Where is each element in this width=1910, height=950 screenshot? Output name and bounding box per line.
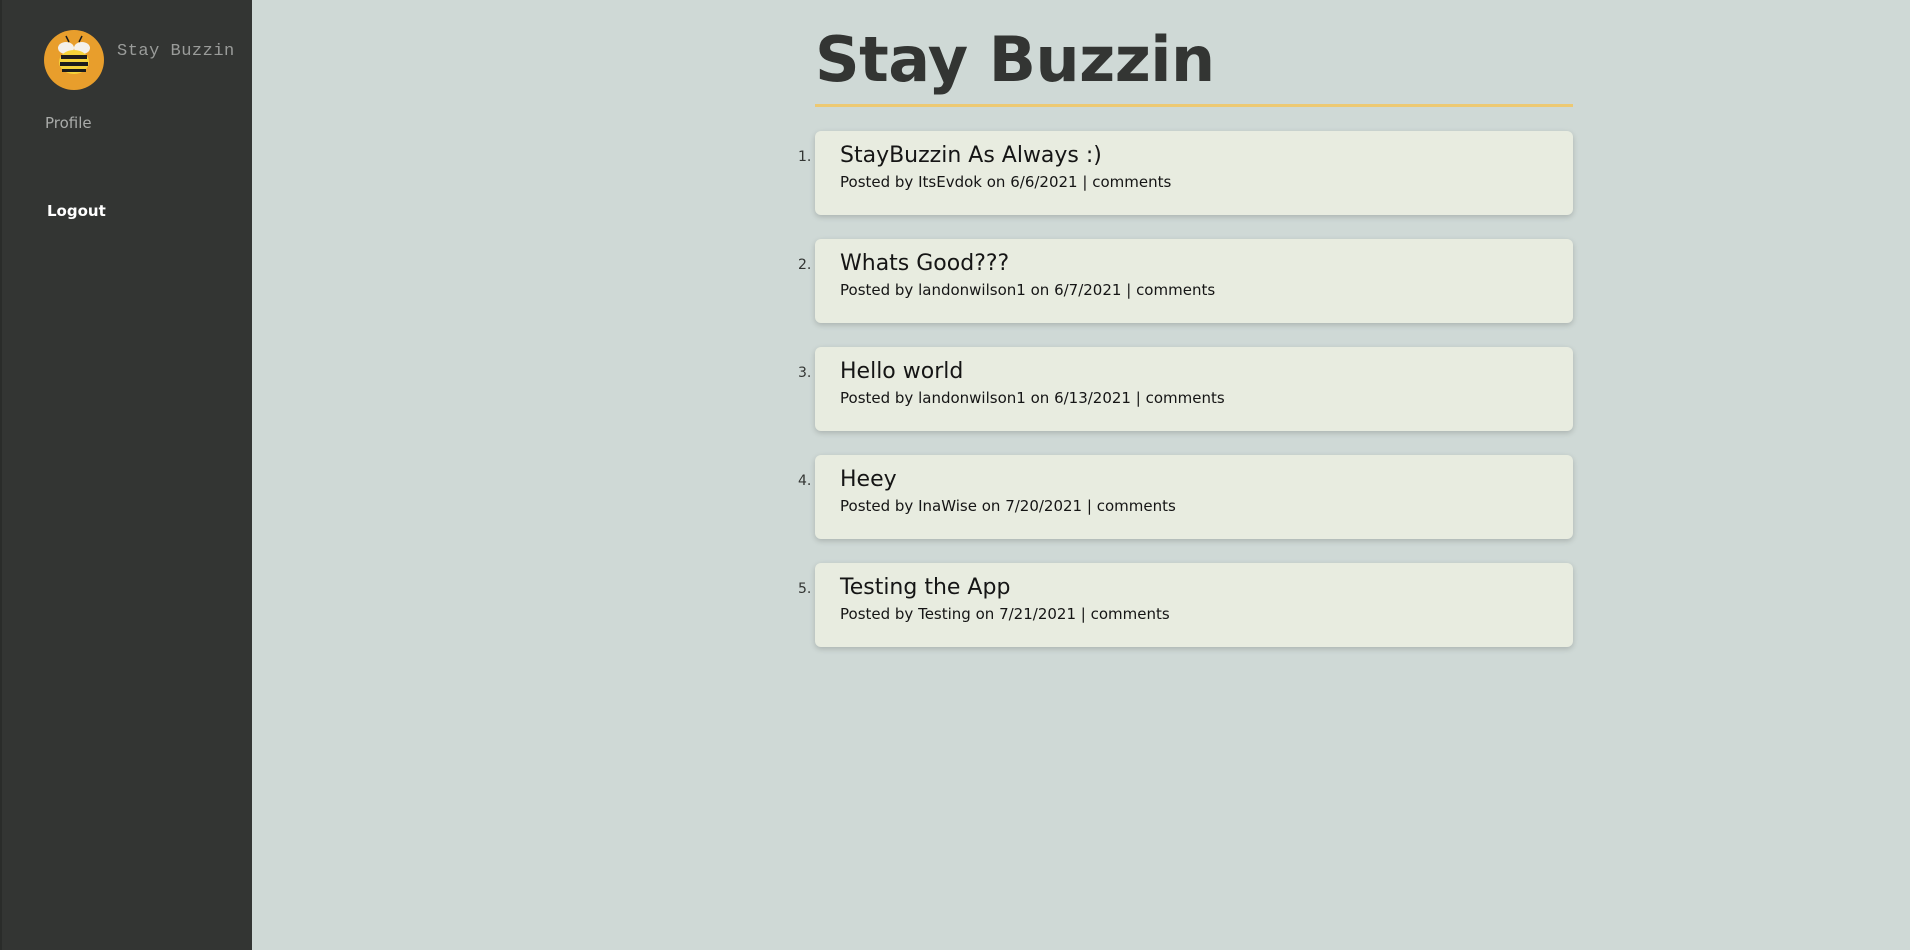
comments-link[interactable]: comments — [1092, 173, 1171, 191]
posted-by-label: Posted by — [840, 173, 914, 191]
page-title: Stay Buzzin — [815, 23, 1215, 96]
meta-separator: | — [1086, 497, 1092, 515]
on-label: on — [1030, 281, 1050, 299]
post-title-link[interactable]: Hello world — [840, 357, 1548, 387]
brand-name[interactable]: Stay Buzzin — [117, 42, 235, 61]
post-card[interactable]: 4. Heey Posted by InaWise on 7/20/2021 |… — [798, 455, 1573, 539]
post-title-link[interactable]: StayBuzzin As Always :) — [840, 141, 1548, 171]
post-meta: Posted by ItsEvdok on 6/6/2021 | comment… — [840, 171, 1548, 193]
post-author-link[interactable]: landonwilson1 — [918, 389, 1026, 407]
on-label: on — [981, 497, 1001, 515]
bee-icon[interactable] — [44, 30, 104, 90]
sidebar: Stay Buzzin Profile Logout — [0, 0, 252, 950]
meta-separator: | — [1135, 389, 1141, 407]
brand[interactable]: Stay Buzzin — [44, 30, 235, 90]
meta-separator: | — [1080, 605, 1086, 623]
post-author-link[interactable]: Testing — [918, 605, 971, 623]
meta-separator: | — [1126, 281, 1132, 299]
on-label: on — [975, 605, 995, 623]
comments-link[interactable]: comments — [1136, 281, 1215, 299]
main-content: Stay Buzzin 1. StayBuzzin As Always :) P… — [798, 0, 1573, 671]
post-number: 2. — [798, 257, 812, 273]
post-title-link[interactable]: Heey — [840, 465, 1548, 495]
post-card[interactable]: 1. StayBuzzin As Always :) Posted by Its… — [798, 131, 1573, 215]
post-list: 1. StayBuzzin As Always :) Posted by Its… — [798, 131, 1573, 647]
post-date: 6/13/2021 — [1054, 389, 1131, 407]
posted-by-label: Posted by — [840, 281, 914, 299]
post-meta: Posted by landonwilson1 on 6/13/2021 | c… — [840, 387, 1548, 409]
post-author-link[interactable]: InaWise — [918, 497, 977, 515]
post-author-link[interactable]: ItsEvdok — [918, 173, 982, 191]
comments-link[interactable]: comments — [1091, 605, 1170, 623]
post-number: 3. — [798, 365, 812, 381]
post-number: 4. — [798, 473, 812, 489]
post-author-link[interactable]: landonwilson1 — [918, 281, 1026, 299]
post-card[interactable]: 2. Whats Good??? Posted by landonwilson1… — [798, 239, 1573, 323]
nav-profile-link[interactable]: Profile — [45, 114, 92, 132]
posted-by-label: Posted by — [840, 389, 914, 407]
title-divider — [815, 104, 1573, 107]
comments-link[interactable]: comments — [1097, 497, 1176, 515]
post-number: 1. — [798, 149, 812, 165]
post-number: 5. — [798, 581, 812, 597]
post-card[interactable]: 3. Hello world Posted by landonwilson1 o… — [798, 347, 1573, 431]
post-date: 7/21/2021 — [999, 605, 1076, 623]
post-card[interactable]: 5. Testing the App Posted by Testing on … — [798, 563, 1573, 647]
post-title-link[interactable]: Whats Good??? — [840, 249, 1548, 279]
on-label: on — [986, 173, 1006, 191]
post-date: 7/20/2021 — [1005, 497, 1083, 515]
on-label: on — [1030, 389, 1050, 407]
post-title-link[interactable]: Testing the App — [840, 573, 1548, 603]
post-meta: Posted by landonwilson1 on 6/7/2021 | co… — [840, 279, 1548, 301]
post-date: 6/7/2021 — [1054, 281, 1122, 299]
meta-separator: | — [1082, 173, 1088, 191]
posted-by-label: Posted by — [840, 605, 914, 623]
logout-button[interactable]: Logout — [47, 202, 106, 220]
posted-by-label: Posted by — [840, 497, 914, 515]
post-date: 6/6/2021 — [1010, 173, 1078, 191]
post-meta: Posted by InaWise on 7/20/2021 | comment… — [840, 495, 1548, 517]
post-meta: Posted by Testing on 7/21/2021 | comment… — [840, 603, 1548, 625]
comments-link[interactable]: comments — [1146, 389, 1225, 407]
